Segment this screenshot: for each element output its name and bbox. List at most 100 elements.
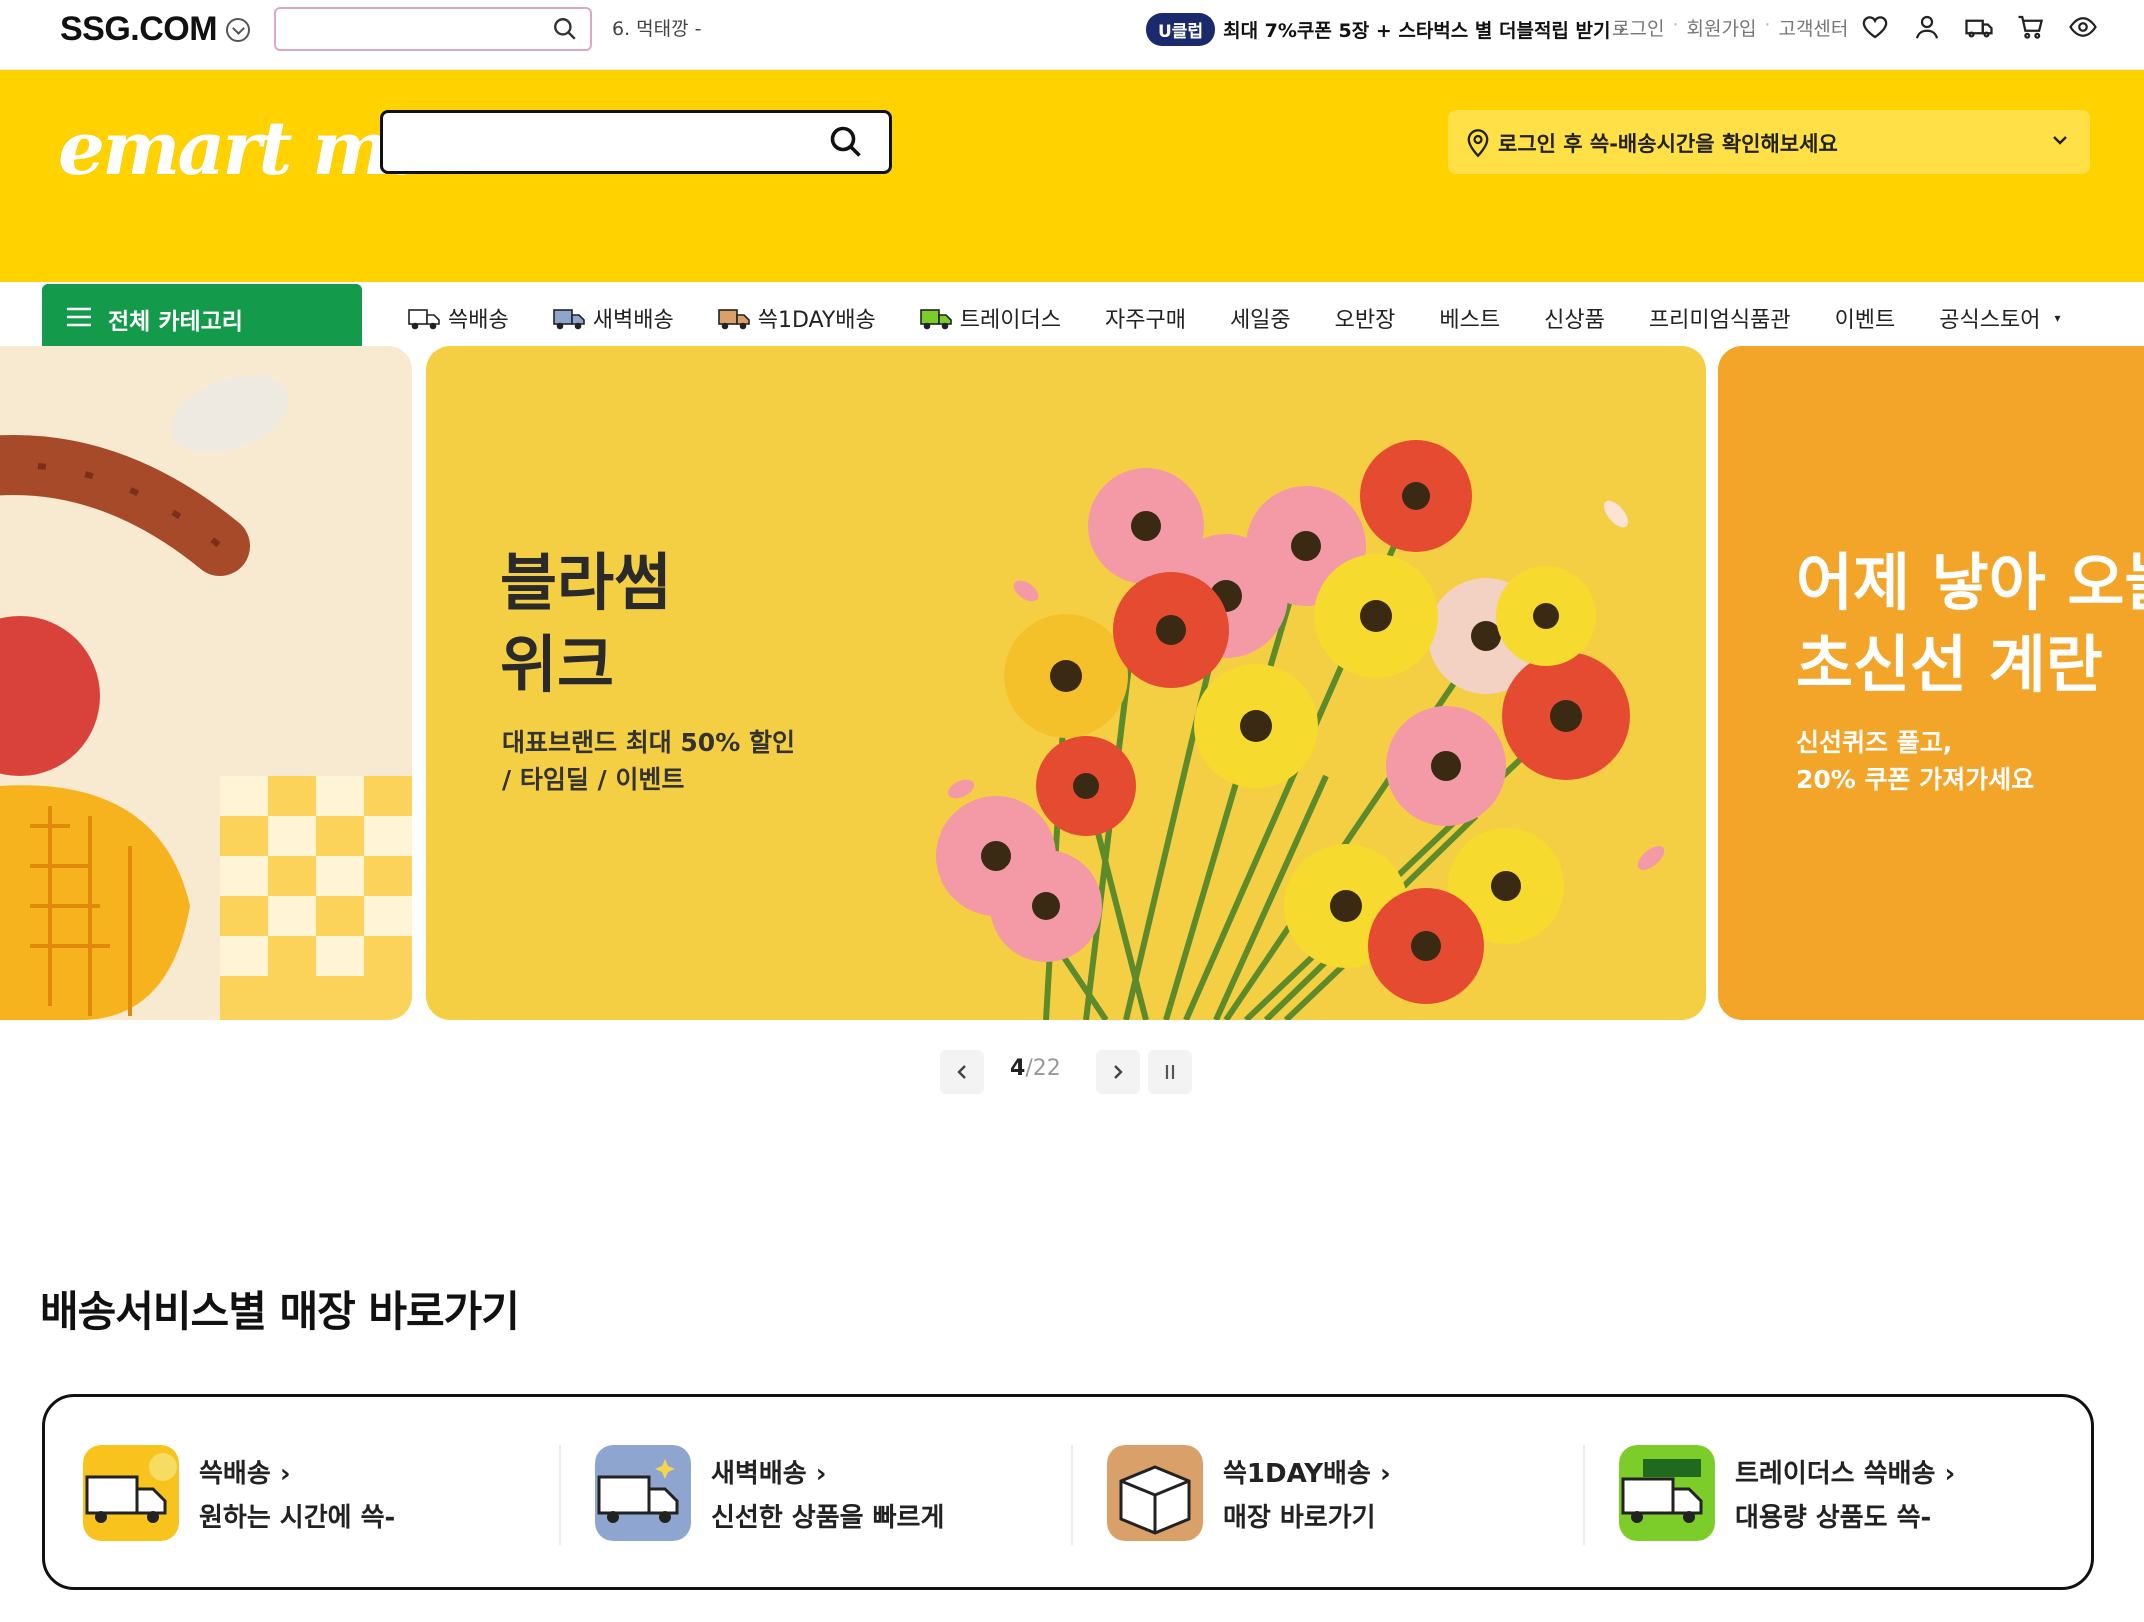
all-categories-button[interactable]: 전체 카테고리 [42, 284, 362, 352]
carousel-pause-button[interactable] [1148, 1050, 1192, 1094]
service-desc: 대용량 상품도 쓱- [1735, 1503, 1932, 1533]
service-dawn-delivery[interactable]: 새벽배송 › 신선한 상품을 빠르게 [595, 1445, 1065, 1545]
nav-item-best[interactable]: 베스트 [1439, 302, 1500, 334]
nav-item-label: 새벽배송 [592, 308, 674, 333]
banner-slide-prev[interactable] [0, 346, 412, 1020]
nav-item-premium-food[interactable]: 프리미엄식품관 [1649, 302, 1791, 334]
nav-item-1day-delivery[interactable]: 쓱1DAY배송 [717, 302, 876, 334]
nav-item-ssg-delivery[interactable]: 쓱배송 [408, 302, 509, 334]
search-icon[interactable] [828, 124, 864, 160]
carousel-next-button[interactable] [1096, 1050, 1140, 1094]
banner-slide-current[interactable]: 블라썸 위크 대표브랜드 최대 50% 할인 / 타임딜 / 이벤트 [426, 346, 1706, 1020]
main-nav: 쓱배송 새벽배송 쓱1DAY배송 트레이더스 자주구매 세일중 오반장 베스트 … [408, 298, 2105, 338]
service-ssg-delivery[interactable]: 쓱배송 › 원하는 시간에 쓱- [83, 1445, 553, 1545]
top-icon-group [1860, 12, 2098, 42]
chevron-right-icon: › [279, 1459, 291, 1489]
nav-item-frequent[interactable]: 자주구매 [1105, 302, 1186, 334]
link-separator: · [1764, 14, 1771, 36]
main-search-input[interactable] [380, 110, 892, 174]
chevron-right-icon: › [1944, 1459, 1956, 1489]
nav-item-label: 공식스토어 [1939, 308, 2041, 333]
service-traders-delivery[interactable]: 트레이더스 쓱배송 › 대용량 상품도 쓱- [1619, 1445, 2089, 1545]
truck-icon [408, 309, 440, 330]
login-link[interactable]: 로그인 [1612, 14, 1664, 41]
carousel-counter-separator: / [1025, 1056, 1033, 1081]
delivery-notice: 로그인 후 쓱-배송시간을 확인해보세요 [1498, 132, 1838, 156]
service-title-text: 트레이더스 쓱배송 [1735, 1459, 1936, 1489]
delivery-truck-icon[interactable] [1964, 12, 1994, 42]
nav-item-label: 자주구매 [1104, 308, 1186, 333]
service-title: 쓱배송 › [199, 1453, 291, 1490]
uclub-promo-link[interactable]: U클럽 최대 7%쿠폰 5장 + 스타벅스 별 더블적립 받기 › [1146, 12, 1626, 46]
promo-text: 최대 7%쿠폰 5장 + 스타벅스 별 더블적립 받기 [1223, 19, 1611, 42]
carousel-total: 22 [1032, 1056, 1061, 1081]
uclub-badge: U클럽 [1146, 12, 1216, 46]
location-pin-icon [1467, 129, 1489, 158]
service-title: 트레이더스 쓱배송 › [1735, 1453, 1955, 1490]
nav-item-label: 세일중 [1229, 308, 1291, 333]
search-icon[interactable] [552, 16, 578, 42]
link-separator: · [1672, 14, 1679, 36]
heart-icon[interactable] [1860, 12, 1890, 42]
carousel-counter: 4/22 [1010, 1056, 1061, 1081]
divider [559, 1445, 561, 1545]
hamburger-menu-icon [67, 307, 91, 327]
food-illustration [0, 375, 412, 1020]
nav-item-label: 쓱배송 [448, 308, 509, 333]
ssg-search-input[interactable] [274, 7, 592, 51]
section-title: 배송서비스별 매장 바로가기 [40, 1287, 520, 1336]
chevron-left-icon [957, 1065, 966, 1079]
nav-item-label: 오반장 [1334, 308, 1396, 333]
divider [1583, 1445, 1585, 1545]
nav-item-label: 트레이더스 [959, 308, 1061, 333]
nav-item-official-store[interactable]: 공식스토어 ▾ [1939, 302, 2060, 334]
chevron-right-icon: › [815, 1459, 827, 1489]
truck-icon [919, 309, 952, 330]
chevron-down-icon[interactable] [226, 18, 250, 42]
nav-item-event[interactable]: 이벤트 [1835, 302, 1896, 334]
chevron-down-icon[interactable] [2050, 130, 2070, 150]
pause-icon [1165, 1065, 1175, 1079]
truck-icon [552, 309, 585, 330]
service-1day-delivery[interactable]: 쓱1DAY배송 › 매장 바로가기 [1107, 1445, 1577, 1545]
nav-item-label: 신상품 [1544, 308, 1605, 333]
dawn-delivery-truck-icon [595, 1445, 691, 1541]
ssg-delivery-truck-icon [83, 1445, 179, 1541]
service-title-text: 새벽배송 [711, 1459, 807, 1489]
cart-icon[interactable] [2016, 12, 2046, 42]
traders-delivery-truck-icon [1619, 1445, 1715, 1541]
service-title: 새벽배송 › [711, 1453, 826, 1490]
utility-links: 로그인 · 회원가입 · 고객센터 [1612, 14, 1848, 41]
service-desc: 원하는 시간에 쓱- [199, 1503, 396, 1533]
nav-item-traders[interactable]: 트레이더스 [919, 302, 1061, 334]
1day-delivery-box-icon [1107, 1445, 1203, 1541]
banner-carousel: 블라썸 위크 대표브랜드 최대 50% 할인 / 타임딜 / 이벤트 어제 낳아… [0, 346, 2144, 1020]
nav-item-dawn-delivery[interactable]: 새벽배송 [552, 302, 674, 334]
banner-title: 어제 낳아 오늘 초신선 계란 [1796, 546, 2144, 701]
nav-item-obanjang[interactable]: 오반장 [1335, 302, 1396, 334]
chevron-right-icon: › [1379, 1459, 1391, 1489]
service-title-text: 쓱1DAY배송 [1223, 1459, 1371, 1489]
trending-keyword[interactable]: 6. 먹태깡 - [612, 14, 702, 41]
nav-item-new[interactable]: 신상품 [1544, 302, 1605, 334]
chevron-right-icon [1114, 1065, 1123, 1079]
nav-item-sale[interactable]: 세일중 [1230, 302, 1291, 334]
nav-item-label: 쓱1DAY배송 [757, 308, 876, 333]
service-desc: 신선한 상품을 빠르게 [711, 1503, 945, 1533]
banner-slide-next[interactable]: 어제 낳아 오늘 초신선 계란 신선퀴즈 풀고, 20% 쿠폰 가져가세요 [1718, 346, 2144, 1020]
nav-item-label: 이벤트 [1834, 308, 1896, 333]
nav-item-label: 베스트 [1439, 308, 1501, 333]
top-utility-bar: SSG.COM 6. 먹태깡 - U클럽 최대 7%쿠폰 5장 + 스타벅스 별… [0, 0, 2144, 70]
user-icon[interactable] [1912, 12, 1942, 42]
signup-link[interactable]: 회원가입 [1687, 14, 1757, 41]
carousel-prev-button[interactable] [940, 1050, 984, 1094]
carousel-current-index: 4 [1010, 1056, 1026, 1081]
nav-item-label: 프리미엄식품관 [1648, 308, 1791, 333]
eye-icon[interactable] [2068, 12, 2098, 42]
caret-down-icon: ▾ [2054, 311, 2061, 325]
delivery-service-shortcuts: 쓱배송 › 원하는 시간에 쓱- 새벽배송 › 신선한 상품을 빠르게 쓱1DA… [42, 1394, 2094, 1590]
ssg-logo[interactable]: SSG.COM [60, 10, 218, 49]
banner-subtitle: 신선퀴즈 풀고, 20% 쿠폰 가져가세요 [1796, 728, 2035, 794]
emart-header: emart mall 로그인 후 쓱-배송시간을 확인해보세요 전체 카테고리 … [0, 70, 2144, 352]
customer-center-link[interactable]: 고객센터 [1778, 14, 1848, 41]
